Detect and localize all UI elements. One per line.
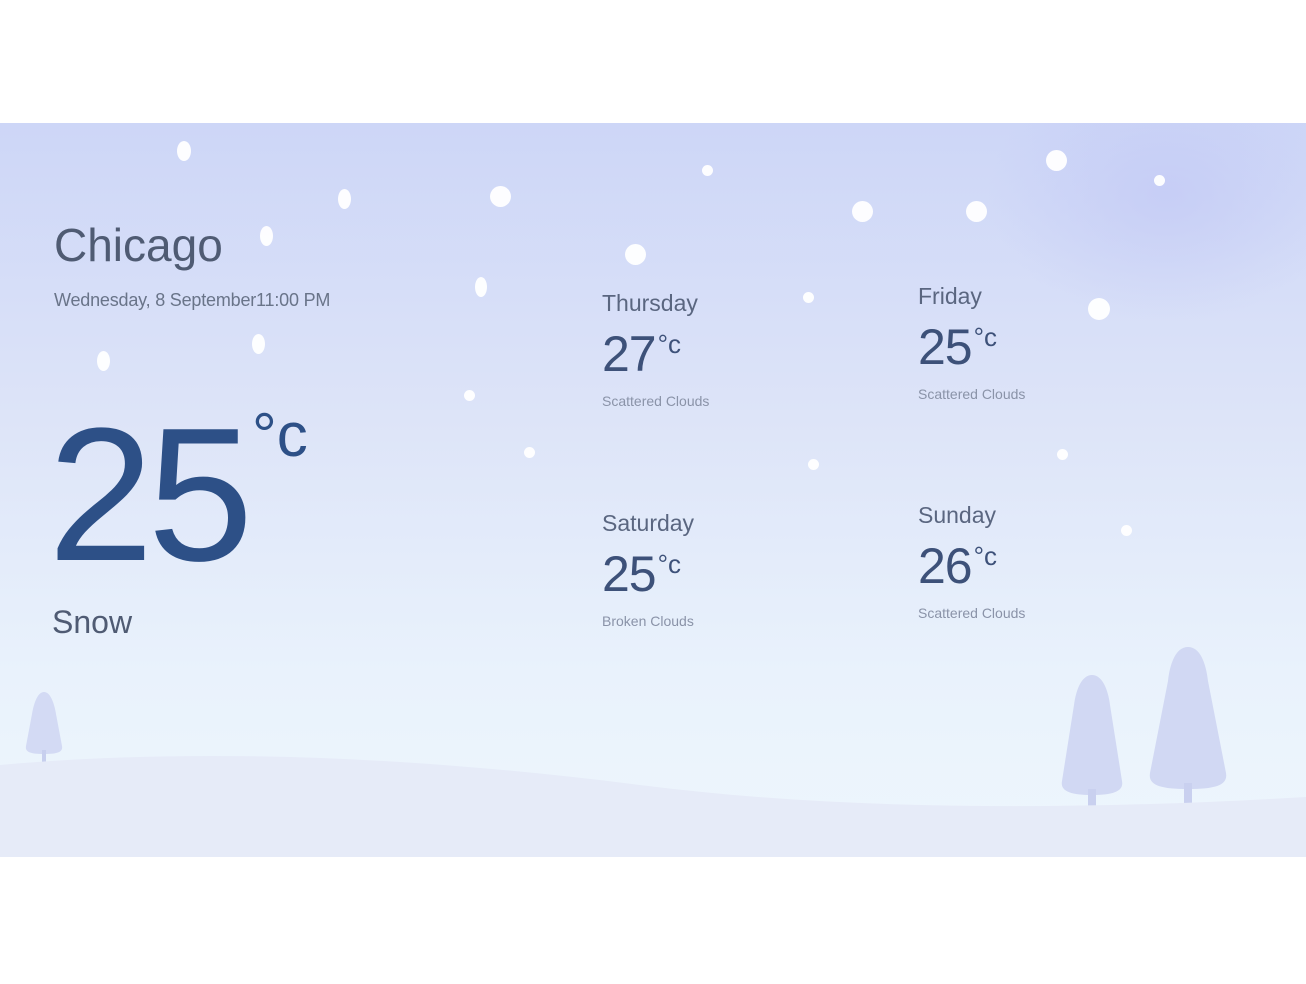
snowflake (625, 244, 646, 265)
forecast-condition: Scattered Clouds (918, 386, 1026, 402)
snowflake (852, 201, 873, 222)
forecast-card-saturday: Saturday 25°c Broken Clouds (602, 510, 822, 629)
forecast-unit: °c (657, 329, 682, 359)
forecast-card-sunday: Sunday 26°c Scattered Clouds (918, 502, 1138, 621)
snowflake (1057, 449, 1068, 460)
snow-ground (0, 755, 1306, 857)
forecast-temperature: 25 (602, 546, 657, 602)
forecast-day: Saturday (602, 510, 695, 536)
forecast-condition: Scattered Clouds (918, 605, 1026, 621)
snowflake (338, 189, 351, 209)
forecast-day: Friday (918, 283, 982, 309)
snowflake (808, 459, 819, 470)
snowflake (1154, 175, 1165, 186)
snowflake (260, 226, 273, 246)
snowflake (702, 165, 713, 176)
city-name: Chicago (54, 219, 223, 271)
forecast-temperature-row: 26°c (918, 537, 1138, 595)
forecast-card-friday: Friday 25°c Scattered Clouds (918, 283, 1138, 402)
forecast-day: Sunday (918, 502, 997, 528)
forecast-temperature: 26 (918, 538, 973, 594)
forecast-temperature-row: 25°c (918, 318, 1138, 376)
forecast-day: Thursday (602, 290, 698, 316)
forecast-temperature-row: 27°c (602, 325, 822, 383)
snowflake (524, 447, 535, 458)
forecast-condition: Broken Clouds (602, 613, 694, 629)
forecast-unit: °c (973, 541, 998, 571)
snowflake (475, 277, 487, 297)
current-datetime: Wednesday, 8 September11:00 PM (54, 290, 331, 310)
forecast-unit: °c (973, 322, 998, 352)
snowflake (464, 390, 475, 401)
snowflake (97, 351, 110, 371)
forecast-condition: Scattered Clouds (602, 393, 710, 409)
snowflake (966, 201, 987, 222)
current-temperature-unit: °c (252, 401, 308, 470)
snowflake (1046, 150, 1067, 171)
snowflake (177, 141, 191, 161)
current-condition: Snow (52, 604, 133, 640)
forecast-unit: °c (657, 549, 682, 579)
snowflake (490, 186, 511, 207)
forecast-temperature-row: 25°c (602, 545, 822, 603)
forecast-card-thursday: Thursday 27°c Scattered Clouds (602, 290, 822, 409)
forecast-temperature: 25 (918, 319, 973, 375)
current-temperature: 25 (48, 389, 253, 601)
forecast-temperature: 27 (602, 326, 657, 382)
snowflake (252, 334, 265, 354)
